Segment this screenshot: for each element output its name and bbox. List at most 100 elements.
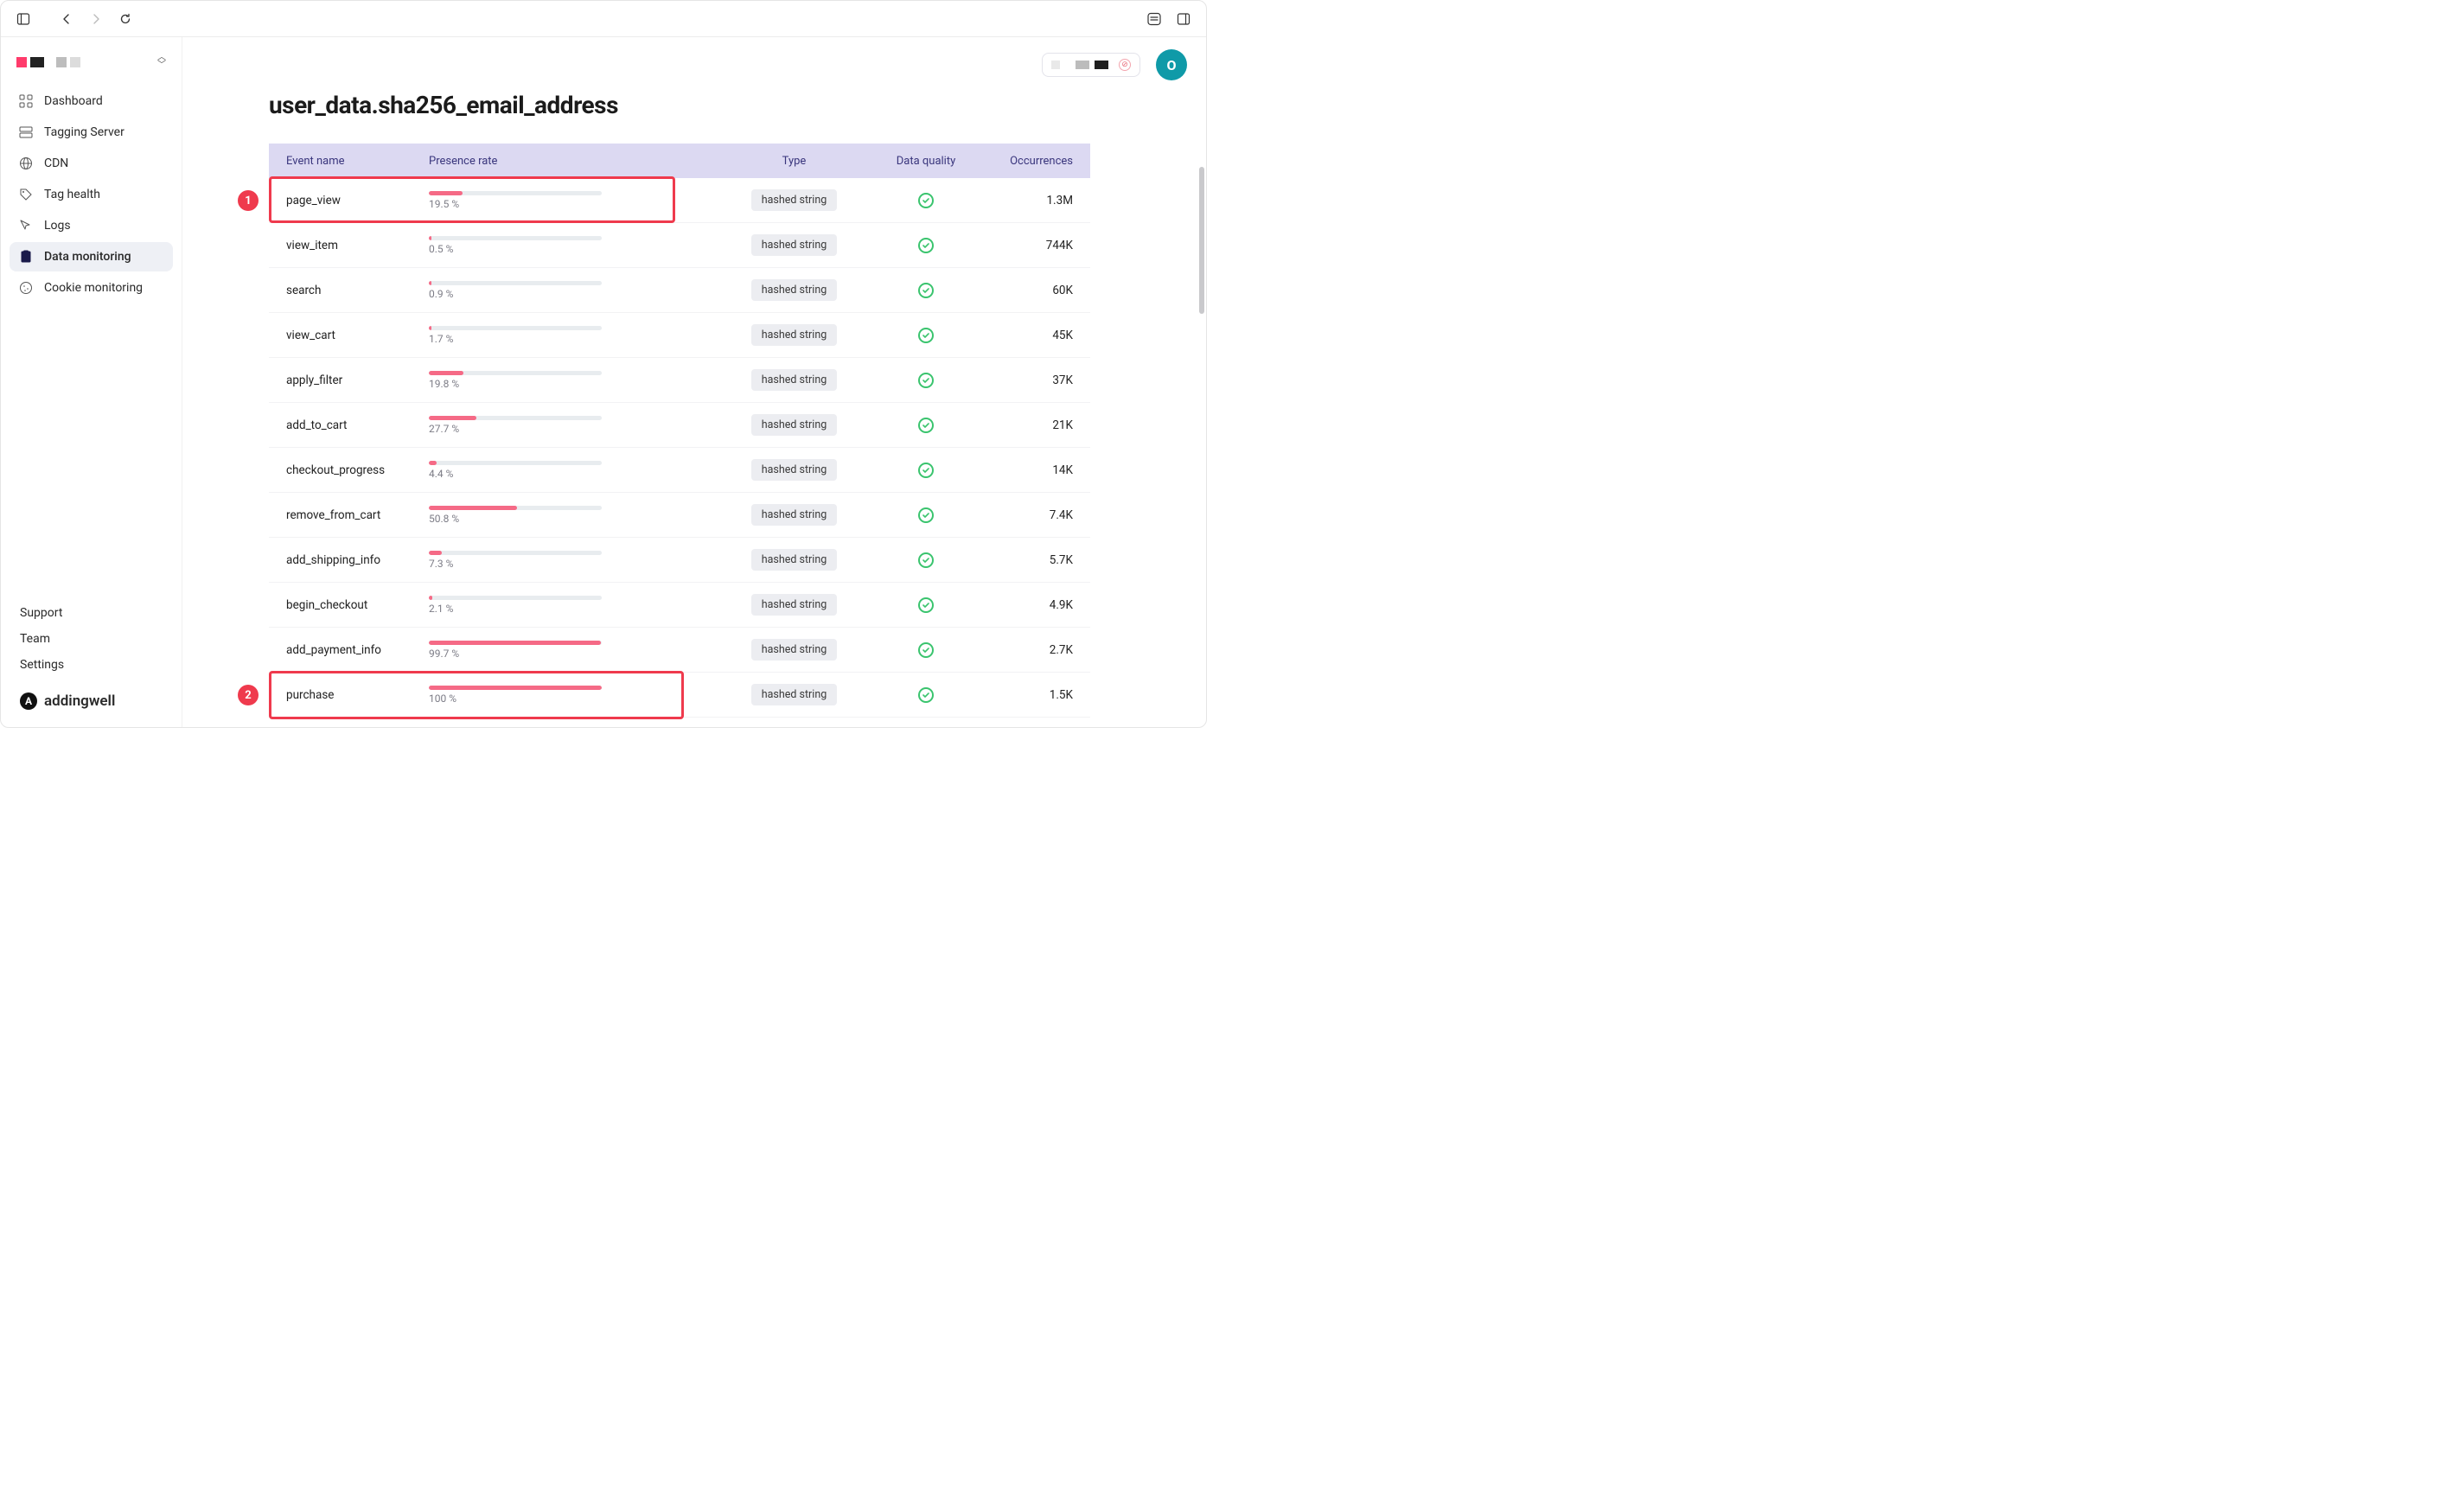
- table-row[interactable]: checkout_progress 4.4 % hashed string 14…: [269, 448, 1090, 493]
- content-scroll[interactable]: user_data.sha256_email_address Event nam…: [182, 37, 1206, 727]
- event-name: apply_filter: [269, 373, 429, 387]
- type-cell: hashed string: [714, 279, 874, 301]
- type-cell: hashed string: [714, 594, 874, 616]
- table-row[interactable]: remove_from_cart 50.8 % hashed string 7.…: [269, 493, 1090, 538]
- table-row[interactable]: page_view 19.5 % hashed string 1.3M: [269, 178, 1090, 223]
- sidebar-item-dashboard[interactable]: Dashboard: [10, 86, 173, 116]
- cookie-icon: [18, 280, 34, 296]
- check-circle-icon: [918, 507, 934, 523]
- occurrences-cell: 7.4K: [978, 508, 1090, 522]
- table-row[interactable]: purchase 100 % hashed string 1.5K: [269, 673, 1090, 718]
- presence-bar: [429, 506, 602, 510]
- presence-bar: [429, 371, 602, 375]
- event-name: add_payment_info: [269, 643, 429, 657]
- quality-cell: [874, 328, 978, 343]
- check-circle-icon: [918, 642, 934, 658]
- check-circle-icon: [918, 283, 934, 298]
- presence-cell: 27.7 %: [429, 416, 714, 435]
- event-name: add_to_cart: [269, 418, 429, 432]
- table-row[interactable]: add_shipping_info 7.3 % hashed string 5.…: [269, 538, 1090, 583]
- sidebar-item-cdn[interactable]: CDN: [10, 149, 173, 178]
- nav-forward-icon[interactable]: [84, 7, 108, 31]
- occurrences-cell: 5.7K: [978, 553, 1090, 567]
- presence-bar: [429, 686, 602, 690]
- quality-cell: [874, 507, 978, 523]
- presence-label: 27.7 %: [429, 423, 680, 435]
- cursor-icon: [18, 218, 34, 233]
- presence-bar: [429, 416, 602, 420]
- brand: A addingwell: [20, 684, 163, 710]
- table-row[interactable]: apply_filter 19.8 % hashed string 37K: [269, 358, 1090, 403]
- type-pill: hashed string: [751, 369, 838, 391]
- sidebar-item-logs[interactable]: Logs: [10, 211, 173, 240]
- sidebar: ︿﹀ Dashboard Tagging Server: [1, 37, 182, 727]
- quality-cell: [874, 552, 978, 568]
- event-name: page_view: [269, 194, 429, 207]
- check-circle-icon: [918, 418, 934, 433]
- sidebar-toggle-icon[interactable]: [11, 7, 35, 31]
- check-circle-icon: [918, 463, 934, 478]
- presence-bar: [429, 236, 602, 240]
- type-pill: hashed string: [751, 414, 838, 436]
- col-header-occurrences: Occurrences: [978, 155, 1090, 168]
- presence-label: 19.5 %: [429, 198, 680, 210]
- event-name: purchase: [269, 688, 429, 702]
- event-name: view_item: [269, 239, 429, 252]
- type-cell: hashed string: [714, 324, 874, 346]
- screenshot-icon[interactable]: [1142, 7, 1166, 31]
- table-row[interactable]: begin_checkout 2.1 % hashed string 4.9K: [269, 583, 1090, 628]
- type-pill: hashed string: [751, 459, 838, 481]
- presence-cell: 50.8 %: [429, 506, 714, 525]
- event-name: add_shipping_info: [269, 553, 429, 567]
- brand-name: addingwell: [44, 692, 115, 710]
- col-header-presence: Presence rate: [429, 155, 714, 168]
- type-pill: hashed string: [751, 324, 838, 346]
- type-cell: hashed string: [714, 414, 874, 436]
- table-row[interactable]: add_payment_info 99.7 % hashed string 2.…: [269, 628, 1090, 673]
- table-row[interactable]: search 0.9 % hashed string 60K: [269, 268, 1090, 313]
- type-pill: hashed string: [751, 189, 838, 211]
- event-name: checkout_progress: [269, 463, 429, 477]
- table-row[interactable]: add_to_cart 27.7 % hashed string 21K: [269, 403, 1090, 448]
- sidebar-link-support[interactable]: Support: [20, 606, 163, 620]
- table-row[interactable]: view_item 0.5 % hashed string 744K: [269, 223, 1090, 268]
- presence-cell: 19.8 %: [429, 371, 714, 390]
- account-selector[interactable]: ︿﹀: [10, 49, 173, 83]
- annotation-badge-2: 2: [238, 685, 259, 705]
- table-header: Event name Presence rate Type Data quali…: [269, 144, 1090, 178]
- nav-reload-icon[interactable]: [113, 7, 137, 31]
- quality-cell: [874, 238, 978, 253]
- sidebar-item-label: Cookie monitoring: [44, 281, 143, 295]
- type-cell: hashed string: [714, 639, 874, 661]
- type-cell: hashed string: [714, 189, 874, 211]
- sidebar-item-tag-health[interactable]: Tag health: [10, 180, 173, 209]
- presence-cell: 100 %: [429, 686, 714, 705]
- sidebar-link-team[interactable]: Team: [20, 632, 163, 646]
- nav-back-icon[interactable]: [54, 7, 79, 31]
- presence-bar: [429, 551, 602, 555]
- sidebar-item-data-monitoring[interactable]: Data monitoring: [10, 242, 173, 271]
- presence-label: 2.1 %: [429, 603, 680, 615]
- type-pill: hashed string: [751, 639, 838, 661]
- quality-cell: [874, 193, 978, 208]
- browser-toolbar: [1, 1, 1206, 37]
- panel-right-icon[interactable]: [1171, 7, 1196, 31]
- event-name: begin_checkout: [269, 598, 429, 612]
- occurrences-cell: 14K: [978, 463, 1090, 477]
- presence-cell: 2.1 %: [429, 596, 714, 615]
- presence-label: 7.3 %: [429, 558, 680, 570]
- server-icon: [18, 124, 34, 140]
- sidebar-item-cookie-monitoring[interactable]: Cookie monitoring: [10, 273, 173, 303]
- quality-cell: [874, 642, 978, 658]
- occurrences-cell: 45K: [978, 329, 1090, 342]
- presence-bar: [429, 461, 602, 465]
- check-circle-icon: [918, 597, 934, 613]
- sidebar-item-tagging-server[interactable]: Tagging Server: [10, 118, 173, 147]
- presence-bar: [429, 281, 602, 285]
- scrollbar[interactable]: [1199, 167, 1204, 314]
- type-cell: hashed string: [714, 684, 874, 705]
- presence-label: 100 %: [429, 692, 680, 705]
- sidebar-link-settings[interactable]: Settings: [20, 658, 163, 672]
- quality-cell: [874, 373, 978, 388]
- table-row[interactable]: view_cart 1.7 % hashed string 45K: [269, 313, 1090, 358]
